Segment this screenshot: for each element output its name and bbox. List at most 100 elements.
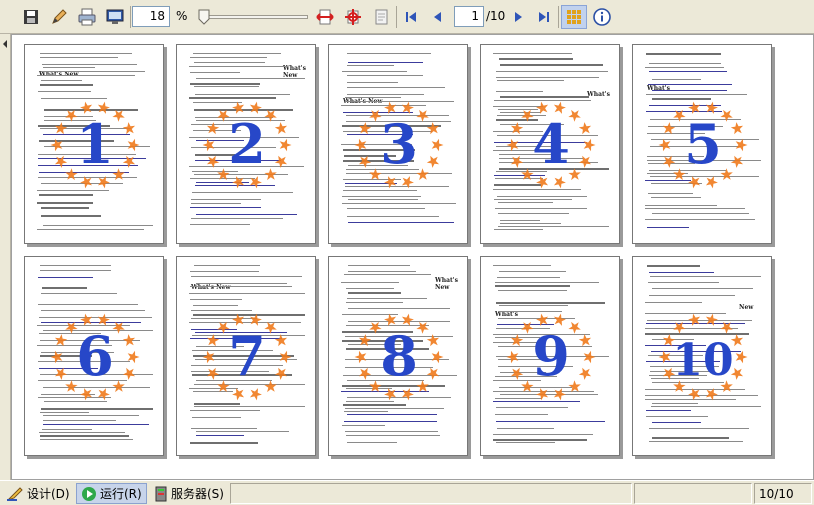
- page-watermark: 2: [202, 101, 292, 189]
- watermark-star: [354, 138, 367, 152]
- watermark-star: [705, 388, 718, 401]
- watermark-star: [720, 321, 733, 334]
- edit-icon[interactable]: [48, 6, 70, 28]
- watermark-star: [274, 334, 288, 347]
- page-thumbnail[interactable]: What's 5: [632, 44, 772, 244]
- status-cell-main: [230, 483, 632, 504]
- page-number-watermark: 9: [532, 324, 570, 388]
- watermark-star: [416, 109, 429, 122]
- page-total: /10: [486, 9, 506, 23]
- watermark-star: [688, 176, 701, 189]
- run-icon: [82, 486, 96, 501]
- report-preview-window: 18 % 1 /10 1 What's New 2 3 What's 4 Wha…: [0, 0, 814, 505]
- watermark-star: [578, 155, 592, 168]
- watermark-star: [536, 388, 549, 401]
- watermark-star: [54, 334, 68, 347]
- fit-page-icon[interactable]: [342, 6, 364, 28]
- watermark-star: [720, 109, 733, 122]
- page-thumbnail[interactable]: New 10: [632, 256, 772, 456]
- watermark-star: [401, 176, 414, 189]
- first-page-icon[interactable]: [400, 6, 422, 28]
- page-icon[interactable]: [370, 6, 392, 28]
- watermark-star: [249, 176, 262, 189]
- watermark-star: [54, 367, 68, 380]
- multi-page-icon[interactable]: [561, 5, 587, 29]
- page-watermark: 10: [658, 313, 748, 401]
- watermark-star: [232, 388, 245, 401]
- page-thumbnail[interactable]: What's 4: [480, 44, 620, 244]
- print-icon[interactable]: [76, 6, 98, 28]
- design-icon: [7, 486, 23, 501]
- watermark-star: [279, 138, 292, 152]
- watermark-star: [426, 155, 440, 168]
- watermark-star: [54, 122, 68, 135]
- watermark-star: [658, 138, 671, 152]
- tab-design[interactable]: 设计(D): [2, 483, 74, 504]
- page-thumbnail[interactable]: 6: [24, 256, 164, 456]
- page-number-watermark: 3: [380, 112, 418, 176]
- watermark-star: [122, 334, 136, 347]
- watermark-star: [112, 168, 125, 181]
- tab-design-label: 设计(D): [27, 487, 70, 501]
- watermark-star: [416, 168, 429, 181]
- watermark-star: [506, 350, 519, 364]
- zoom-input[interactable]: 18: [132, 6, 170, 27]
- watermark-star: [264, 168, 277, 181]
- page-watermark: 5: [658, 101, 748, 189]
- page-thumbnail[interactable]: What's 9: [480, 256, 620, 456]
- watermark-star: [274, 122, 288, 135]
- tab-run[interactable]: 运行(R): [76, 483, 147, 504]
- tab-server[interactable]: 服务器(S): [150, 483, 228, 504]
- page-number-watermark: 8: [380, 324, 418, 388]
- watermark-star: [122, 367, 136, 380]
- fit-width-icon[interactable]: [314, 6, 336, 28]
- watermark-star: [536, 176, 549, 189]
- info-icon[interactable]: [591, 6, 613, 28]
- watermark-star: [202, 350, 215, 364]
- zoom-unit: %: [176, 9, 188, 23]
- watermark-star: [112, 109, 125, 122]
- watermark-star: [568, 168, 581, 181]
- watermark-star: [510, 155, 524, 168]
- watermark-star: [264, 380, 277, 393]
- page-setup-icon[interactable]: [104, 6, 126, 28]
- zoom-slider-thumb[interactable]: [198, 9, 210, 25]
- watermark-star: [264, 109, 277, 122]
- page-number-watermark: 4: [532, 112, 570, 176]
- server-icon: [155, 486, 167, 501]
- page-thumbnail[interactable]: What's New3: [328, 44, 468, 244]
- page-number-watermark: 10: [672, 335, 733, 386]
- previous-page-icon[interactable]: [426, 6, 448, 28]
- watermark-star: [384, 388, 397, 401]
- watermark-star: [673, 321, 686, 334]
- page-thumbnail[interactable]: What's New 7: [176, 256, 316, 456]
- watermark-star: [122, 122, 136, 135]
- status-bar: 设计(D) 运行(R) 服务器(S) 10/10: [0, 480, 814, 505]
- watermark-star: [206, 155, 220, 168]
- watermark-star: [662, 122, 676, 135]
- watermark-star: [232, 176, 245, 189]
- watermark-star: [568, 109, 581, 122]
- watermark-star: [553, 176, 566, 189]
- watermark-star: [578, 367, 592, 380]
- page-number-input[interactable]: 1: [454, 6, 484, 27]
- watermark-star: [264, 321, 277, 334]
- page-thumbnail[interactable]: What's New 8: [328, 256, 468, 456]
- tab-run-label: 运行(R): [100, 487, 142, 501]
- collapse-strip[interactable]: [0, 34, 11, 480]
- watermark-star: [97, 388, 110, 401]
- watermark-star: [735, 138, 748, 152]
- page-indicator: 10/10: [754, 483, 812, 504]
- next-page-icon[interactable]: [508, 6, 530, 28]
- watermark-star: [358, 155, 372, 168]
- watermark-star: [416, 321, 429, 334]
- preview-canvas[interactable]: What's New1What's New2What's New3What's4…: [11, 34, 814, 480]
- watermark-star: [127, 138, 140, 152]
- zoom-slider-track[interactable]: [200, 15, 308, 19]
- page-thumbnail[interactable]: What's New1: [24, 44, 164, 244]
- last-page-icon[interactable]: [533, 6, 555, 28]
- page-thumbnail[interactable]: What's New 2: [176, 44, 316, 244]
- collapse-arrow-icon[interactable]: [0, 36, 10, 56]
- save-icon[interactable]: [20, 6, 42, 28]
- watermark-star: [426, 334, 440, 347]
